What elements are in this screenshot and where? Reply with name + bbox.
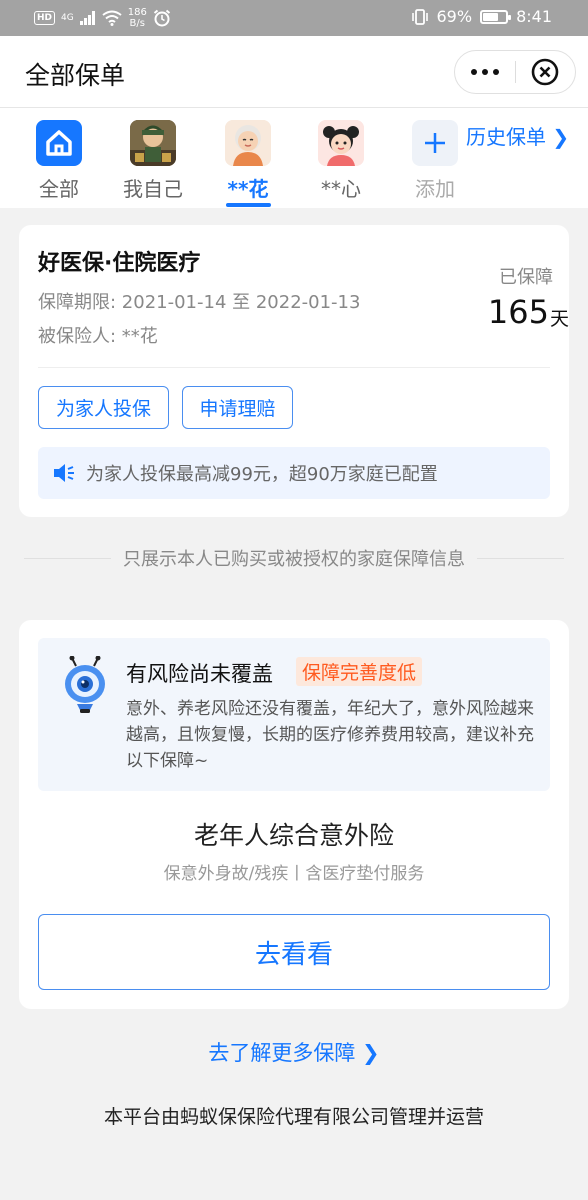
more-dot xyxy=(492,69,499,75)
info-notice: 只展示本人已购买或被授权的家庭保障信息 xyxy=(24,544,564,572)
tab-add-member[interactable]: 添加 xyxy=(400,120,470,204)
status-left: HD 4G 186 B/s xyxy=(34,7,171,29)
robot-mascot-icon xyxy=(65,656,105,713)
battery-percent: 69% xyxy=(436,7,473,26)
promo-text: 为家人投保最高减99元，超90万家庭已配置 xyxy=(86,464,438,485)
risk-alert-box: 有风险尚未覆盖 保障完善度低 意外、养老风险还没有覆盖，年纪大了，意外风险越来越… xyxy=(38,638,550,791)
speed-value: 186 xyxy=(127,7,147,18)
policy-insured: 被保险人: **花 xyxy=(38,326,158,347)
covered-unit: 天 xyxy=(549,308,569,330)
active-tab-indicator xyxy=(226,203,271,207)
plus-icon xyxy=(412,120,458,166)
nav-header: 全部保单 xyxy=(0,36,588,108)
insure-family-button[interactable]: 为家人投保 xyxy=(38,386,169,429)
hd-badge: HD xyxy=(34,11,56,25)
history-policies-link[interactable]: 历史保单 ❯ xyxy=(464,122,582,158)
more-button[interactable] xyxy=(455,50,515,94)
signal-type: 4G xyxy=(61,13,74,23)
tab-label: 全部 xyxy=(39,177,79,201)
status-right: 69% 8:41 xyxy=(411,7,552,26)
member-tabs: 全部 我自己 **花 **心 添加 历史保单 ❯ xyxy=(0,108,588,208)
product-name: 老年人综合意外险 xyxy=(193,821,394,850)
vibrate-icon xyxy=(411,8,428,25)
more-dot xyxy=(470,69,477,75)
tab-label: **心 xyxy=(321,177,361,201)
speed-unit: B/s xyxy=(129,18,145,29)
close-button[interactable] xyxy=(515,50,575,94)
signal-icon xyxy=(79,11,95,25)
product-subtitle: 保意外身故/残疾丨含医疗垫付服务 xyxy=(163,864,425,884)
tab-member-xin[interactable]: **心 xyxy=(306,120,376,204)
close-icon xyxy=(531,58,559,86)
mini-program-capsule xyxy=(454,50,576,94)
coverage-low-badge: 保障完善度低 xyxy=(296,657,423,686)
risk-title: 有风险尚未覆盖 xyxy=(126,662,273,686)
avatar-girl xyxy=(318,120,364,166)
policy-card[interactable]: 好医保·住院医疗 保障期限: 2021-01-14 至 2022-01-13 被… xyxy=(19,225,569,517)
tab-label: 添加 xyxy=(415,177,455,201)
avatar-cartoon-man xyxy=(130,120,176,166)
avatar-grandmother xyxy=(225,120,271,166)
notice-line xyxy=(24,557,111,559)
policy-period: 保障期限: 2021-01-14 至 2022-01-13 xyxy=(38,292,361,313)
covered-label: 已保障 xyxy=(499,267,553,288)
battery-fill xyxy=(483,12,499,21)
speaker-icon xyxy=(54,464,74,482)
learn-more-link[interactable]: 去了解更多保障 ❯ xyxy=(0,1037,588,1067)
more-dot xyxy=(481,69,488,75)
apply-claim-button[interactable]: 申请理赔 xyxy=(182,386,293,429)
battery-icon xyxy=(480,9,512,24)
notice-line xyxy=(477,557,564,559)
tab-all[interactable]: 全部 xyxy=(24,120,94,204)
wifi-icon xyxy=(102,10,122,26)
promo-banner[interactable]: 为家人投保最高减99元，超90万家庭已配置 xyxy=(38,447,550,499)
tab-myself[interactable]: 我自己 xyxy=(118,120,188,204)
risk-recommendation-card: 有风险尚未覆盖 保障完善度低 意外、养老风险还没有覆盖，年纪大了，意外风险越来越… xyxy=(19,620,569,1009)
home-icon xyxy=(36,120,82,166)
footer-disclaimer: 本平台由蚂蚁保保险代理有限公司管理并运营 xyxy=(103,1106,484,1128)
status-bar: HD 4G 186 B/s 69% 8:41 xyxy=(0,0,588,36)
risk-description: 意外、养老风险还没有覆盖，年纪大了，意外风险越来越高，且恢复慢，长期的医疗修养费… xyxy=(126,699,534,771)
divider xyxy=(38,367,550,368)
page-title: 全部保单 xyxy=(25,61,126,90)
notice-text: 只展示本人已购买或被授权的家庭保障信息 xyxy=(123,549,465,570)
tab-member-hua[interactable]: **花 xyxy=(213,120,283,204)
tab-label: **花 xyxy=(227,177,269,201)
network-speed: 186 B/s xyxy=(128,7,147,29)
clock: 8:41 xyxy=(516,7,552,26)
alarm-icon xyxy=(153,9,170,27)
tab-label: 我自己 xyxy=(123,177,183,201)
covered-days: 165 xyxy=(487,293,549,331)
view-product-button[interactable]: 去看看 xyxy=(38,914,550,990)
policy-name: 好医保·住院医疗 xyxy=(38,251,201,276)
